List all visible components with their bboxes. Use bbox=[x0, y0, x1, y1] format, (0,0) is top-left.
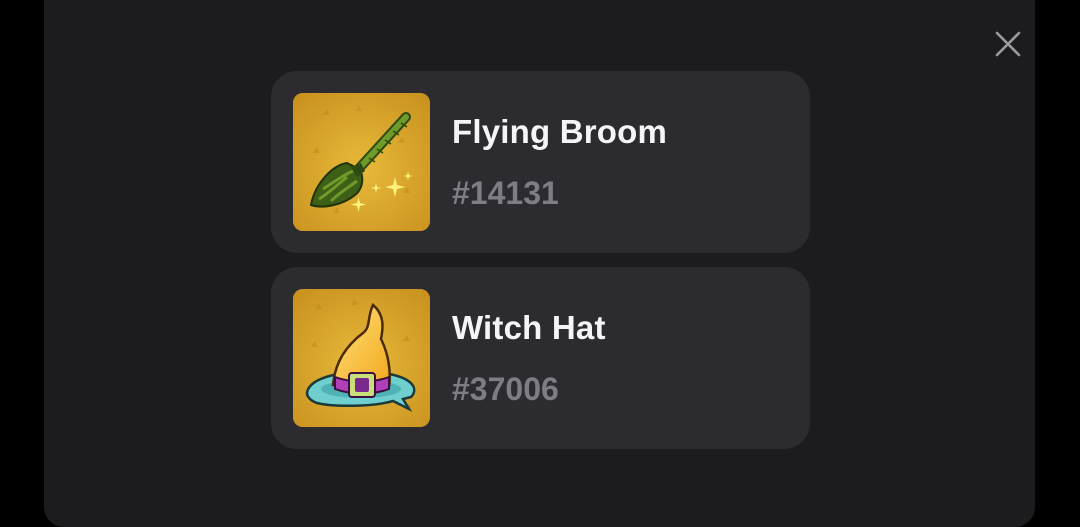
item-card-witch-hat[interactable]: Witch Hat #37006 bbox=[271, 267, 810, 449]
item-card-flying-broom[interactable]: Flying Broom #14131 bbox=[271, 71, 810, 253]
item-number: #14131 bbox=[452, 175, 559, 211]
item-name: Flying Broom bbox=[452, 113, 668, 150]
witch-hat-icon bbox=[293, 289, 430, 427]
flying-broom-icon bbox=[293, 93, 430, 231]
item-thumbnail bbox=[293, 289, 430, 427]
item-number: #37006 bbox=[452, 371, 559, 407]
item-name: Witch Hat bbox=[452, 309, 606, 346]
item-thumbnail bbox=[293, 93, 430, 231]
close-button[interactable] bbox=[988, 24, 1028, 64]
close-icon bbox=[995, 31, 1021, 57]
item-list: Flying Broom #14131 Witch Hat #37006 bbox=[271, 71, 810, 463]
